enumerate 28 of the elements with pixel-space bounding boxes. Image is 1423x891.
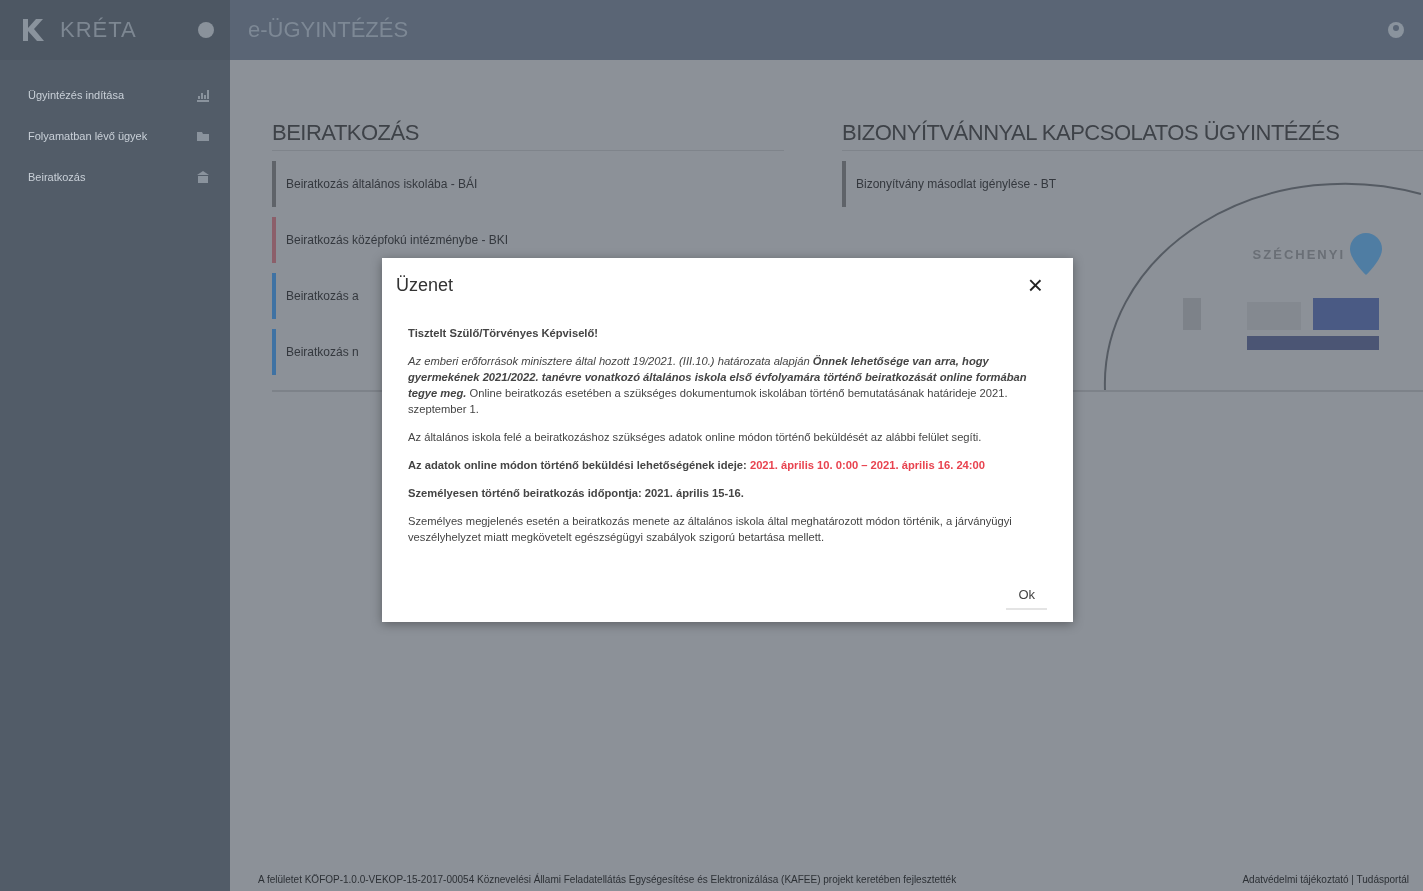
message-paragraph: Az emberi erőforrások minisztere által hozott 19/2021. (III.10.) határozata alapján Önnek lehetősége van arra, hogy gyermekének 2021/2022. tanévre vonatkozó általános iskola első évfolyamára történő beiratkozását online formában tegye meg. Online beiratkozás esetében a szükséges dokumentumok iskolában történő bemutatásának határideje 2021. szeptember 1. — [408, 354, 1028, 417]
user-icon[interactable] — [1387, 21, 1405, 39]
section-title: BEIRATKOZÁS — [272, 120, 784, 151]
service-link[interactable]: Bizonyítvány másodlat igénylése - BT — [842, 161, 1065, 207]
sidebar-label: Folyamatban lévő ügyek — [28, 129, 148, 142]
sidebar-label: Ügyintézés indítása — [28, 88, 124, 101]
logo-icon — [20, 17, 46, 43]
message-paragraph: Az adatok online módon történő beküldési lehetőségének ideje: 2021. április 10. 0:00 – 2021. április 16. 24:00 — [408, 458, 986, 473]
chart-icon — [196, 87, 210, 102]
service-link[interactable]: Beiratkozás n — [272, 329, 367, 375]
close-button[interactable]: × — [1023, 270, 1047, 301]
section-title: BIZONYÍTVÁNNYAL KAPCSOLATOS ÜGYINTÉZÉS — [842, 120, 1423, 151]
status-icon[interactable] — [198, 22, 214, 38]
message-paragraph: Személyes megjelenés esetén a beiratkozás menete az általános iskola által meghatározott módon történik, a járványügyi veszélyhelyzet miatt megkövetelt egészségügyi szabályok szigorú betartása mellett. — [408, 514, 1013, 545]
sidebar-label: Beiratkozás — [28, 170, 86, 183]
school-icon — [196, 169, 210, 184]
pin-icon — [1349, 232, 1383, 276]
message-paragraph: Tisztelt Szülő/Törvényes Képviselő! — [408, 326, 600, 341]
message-paragraph: Személyesen történő beiratkozás időpontja: 2021. április 15-16. — [408, 486, 745, 501]
sidebar-item[interactable]: Ügyintézés indítása — [0, 74, 230, 115]
service-link[interactable]: Beiratkozás a — [272, 273, 367, 319]
sidebar-item[interactable]: Folyamatban lévő ügyek — [0, 115, 230, 156]
sidebar-item[interactable]: Beiratkozás — [0, 156, 230, 197]
service-link[interactable]: Beiratkozás általános iskolába - BÁI — [272, 161, 486, 207]
footer-link[interactable]: Adatvédelmi tájékoztató | Tudásportál — [1242, 874, 1409, 885]
message-paragraph: Az általános iskola felé a beiratkozáshoz szükséges adatok online módon történő beküldését az alábbi felület segíti. — [408, 430, 983, 445]
footer-text: A felületet KÖFOP-1.0.0-VEKOP-15-2017-00054 Köznevelési Állami Feladatellátás Egységesítése és Elektronizálása (KAFEE) projekt keretében fejlesztették — [258, 874, 957, 885]
dialog-title: Üzenet — [396, 275, 454, 296]
